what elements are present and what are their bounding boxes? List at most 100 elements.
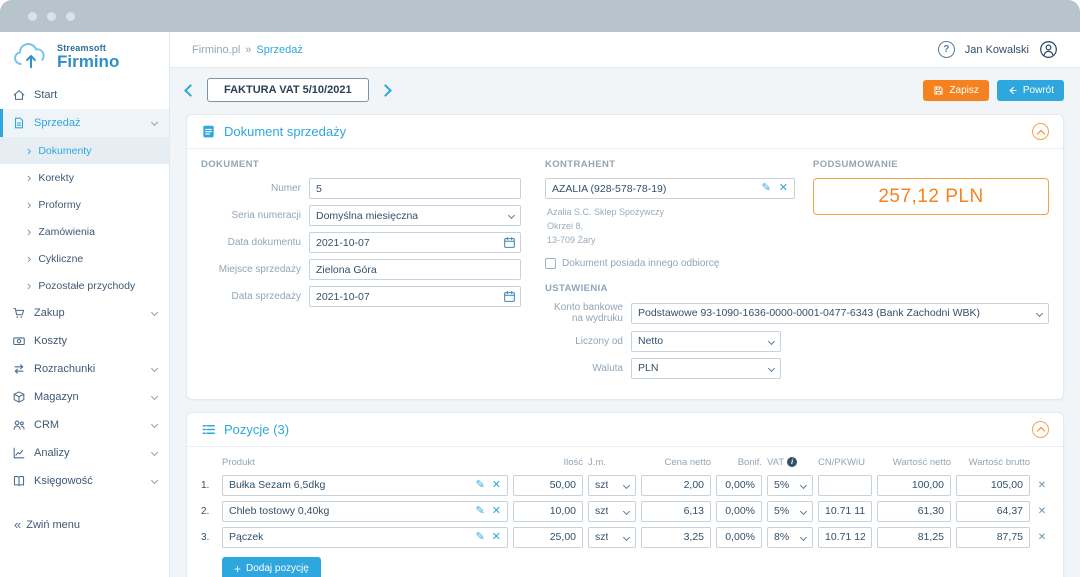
previous-document-icon[interactable] [184,84,197,97]
product-field[interactable]: Chleb tostowy 0,40kg ✎ ✕ [222,501,508,522]
sidebar-subitem-proformy[interactable]: › Proformy [0,191,169,218]
jm-select[interactable]: szt [588,475,636,496]
collapse-section-icon[interactable] [1032,421,1049,438]
edit-product-icon[interactable]: ✎ [476,480,485,491]
other-recipient-checkbox-row[interactable]: Dokument posiada innego odbiorcę [545,258,795,269]
sidebar-subitem-pozostale-przychody[interactable]: › Pozostałe przychody [0,272,169,299]
wartosc-netto-input[interactable] [877,527,951,548]
clear-product-icon[interactable]: ✕ [492,480,501,491]
cn-pkwiu-input[interactable] [818,501,872,522]
info-icon[interactable]: i [787,457,797,467]
window-control-dot[interactable] [47,12,56,21]
liczony-od-select[interactable]: Netto [631,331,781,352]
calendar-icon[interactable] [503,290,516,303]
cena-netto-input[interactable] [641,475,711,496]
breadcrumb-current[interactable]: Sprzedaż [256,44,302,56]
chevron-down-icon [800,508,807,515]
clear-product-icon[interactable]: ✕ [492,506,501,517]
cn-pkwiu-input[interactable] [818,527,872,548]
clear-kontrahent-icon[interactable]: ✕ [779,183,788,194]
sidebar-item-ksiegowosc[interactable]: Księgowość [0,467,169,495]
settlements-icon [12,362,26,376]
collapse-section-icon[interactable] [1032,123,1049,140]
cn-pkwiu-input[interactable] [818,475,872,496]
jm-select[interactable]: szt [588,501,636,522]
chevron-right-icon: › [27,198,31,211]
waluta-select[interactable]: PLN [631,358,781,379]
breadcrumb-root[interactable]: Firmino.pl [192,44,240,56]
clear-product-icon[interactable]: ✕ [492,532,501,543]
sidebar-subitem-dokumenty[interactable]: › Dokumenty [0,137,169,164]
back-arrow-icon [1007,85,1018,96]
remove-row-icon[interactable]: ✕ [1035,532,1049,543]
ilosc-input[interactable] [513,501,583,522]
bonif-input[interactable] [716,527,762,548]
brand-logo[interactable]: Streamsoft Firmino [0,32,169,77]
sidebar-item-rozrachunki[interactable]: Rozrachunki [0,355,169,383]
product-field[interactable]: Pączek ✎ ✕ [222,527,508,548]
wartosc-brutto-input[interactable] [956,527,1030,548]
sidebar-subitem-zamowienia[interactable]: › Zamówienia [0,218,169,245]
ilosc-input[interactable] [513,475,583,496]
seria-select[interactable]: Domyślna miesięczna [309,205,521,226]
window-control-dot[interactable] [28,12,37,21]
back-button[interactable]: Powrót [997,80,1064,101]
next-document-icon[interactable] [379,84,392,97]
jm-select[interactable]: szt [588,527,636,548]
vat-select[interactable]: 5% [767,501,813,522]
window-control-dot[interactable] [66,12,75,21]
edit-product-icon[interactable]: ✎ [476,506,485,517]
sidebar-item-sprzedaz[interactable]: Sprzedaż [0,109,169,137]
sidebar-item-start[interactable]: Start [0,81,169,109]
bonif-input[interactable] [716,475,762,496]
miejsce-input[interactable] [309,259,521,280]
bonif-input[interactable] [716,501,762,522]
numer-label: Numer [201,183,301,195]
brand-top-label: Streamsoft [57,43,119,53]
wartosc-netto-input[interactable] [877,475,951,496]
cena-netto-input[interactable] [641,501,711,522]
sidebar-item-koszty[interactable]: Koszty [0,327,169,355]
sidebar-item-analizy[interactable]: Analizy [0,439,169,467]
wartosc-netto-input[interactable] [877,501,951,522]
checkbox[interactable] [545,258,556,269]
invoice-total: 257,12 PLN [813,178,1049,215]
konto-bankowe-select[interactable]: Podstawowe 93-1090-1636-0000-0001-0477-6… [631,303,1049,324]
add-position-button[interactable]: + Dodaj pozycję [222,557,321,577]
sidebar-subitem-cykliczne[interactable]: › Cykliczne [0,245,169,272]
chevron-down-icon [151,420,158,427]
konto-label: Konto bankowe na wydruku [545,302,623,325]
vat-select[interactable]: 8% [767,527,813,548]
chevron-down-icon [508,212,515,219]
chevron-down-icon [768,338,775,345]
sidebar-item-zakup[interactable]: Zakup [0,299,169,327]
vat-select[interactable]: 5% [767,475,813,496]
remove-row-icon[interactable]: ✕ [1035,480,1049,491]
edit-product-icon[interactable]: ✎ [476,532,485,543]
wartosc-brutto-input[interactable] [956,475,1030,496]
sidebar-item-crm[interactable]: CRM [0,411,169,439]
sidebar-item-magazyn[interactable]: Magazyn [0,383,169,411]
analytics-icon [12,446,26,460]
ilosc-input[interactable] [513,527,583,548]
user-avatar-icon[interactable] [1039,40,1058,59]
save-button[interactable]: Zapisz [923,80,988,101]
help-icon[interactable]: ? [938,41,955,58]
edit-kontrahent-icon[interactable]: ✎ [762,183,771,194]
data-dokumentu-input[interactable] [309,232,521,253]
miejsce-label: Miejsce sprzedaży [201,264,301,276]
kontrahent-field[interactable]: AZALIA (928-578-78-19) ✎ ✕ [545,178,795,199]
chevron-down-icon [151,118,158,125]
data-sprzedazy-input[interactable] [309,286,521,307]
document-title-button[interactable]: FAKTURA VAT 5/10/2021 [207,78,369,102]
sidebar-subitem-korekty[interactable]: › Korekty [0,164,169,191]
cena-netto-input[interactable] [641,527,711,548]
kontrahent-value: AZALIA (928-578-78-19) [552,183,754,195]
collapse-menu-button[interactable]: « Zwiń menu [0,509,169,540]
wartosc-brutto-input[interactable] [956,501,1030,522]
numer-input[interactable] [309,178,521,199]
calendar-icon[interactable] [503,236,516,249]
chevron-right-icon: › [27,171,31,184]
remove-row-icon[interactable]: ✕ [1035,506,1049,517]
product-field[interactable]: Bułka Sezam 6,5dkg ✎ ✕ [222,475,508,496]
